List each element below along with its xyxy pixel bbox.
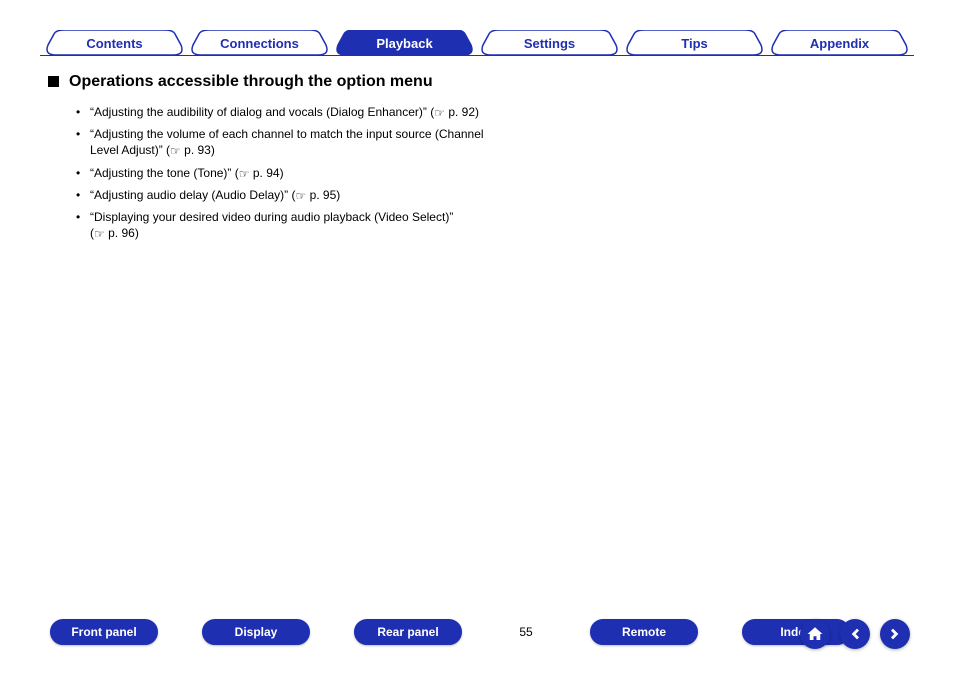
- pointer-icon: ☞: [170, 143, 181, 159]
- page-ref: (☞ p. 94): [235, 166, 284, 180]
- tab-settings[interactable]: Settings: [479, 30, 620, 56]
- page-ref: (☞ p. 96): [90, 226, 139, 240]
- page-ref-value: p. 96: [108, 226, 135, 240]
- pointer-icon: ☞: [94, 226, 105, 242]
- pointer-icon: ☞: [239, 166, 250, 182]
- tab-tips[interactable]: Tips: [624, 30, 765, 56]
- page-ref-value: p. 93: [184, 143, 211, 157]
- page-ref: (☞ p. 92): [430, 105, 479, 119]
- tab-label: Playback: [376, 36, 432, 51]
- list-item-text: “Adjusting the tone (Tone)”: [90, 166, 231, 180]
- button-label: Display: [235, 625, 278, 639]
- list-item[interactable]: “Displaying your desired video during au…: [76, 209, 496, 241]
- prev-icon[interactable]: [840, 619, 870, 649]
- tab-label: Tips: [681, 36, 708, 51]
- home-icon[interactable]: [800, 619, 830, 649]
- nav-icons: [800, 619, 910, 649]
- list-item[interactable]: “Adjusting audio delay (Audio Delay)” (☞…: [76, 187, 496, 203]
- button-label: Remote: [622, 625, 666, 639]
- list-item[interactable]: “Adjusting the tone (Tone)” (☞ p. 94): [76, 165, 496, 181]
- button-label: Front panel: [71, 625, 136, 639]
- list-item-text: “Adjusting the volume of each channel to…: [90, 127, 484, 157]
- list-item-text: “Adjusting the audibility of dialog and …: [90, 105, 427, 119]
- pointer-icon: ☞: [295, 188, 306, 204]
- page-ref: (☞ p. 95): [291, 188, 340, 202]
- tab-label: Connections: [220, 36, 299, 51]
- display-button[interactable]: Display: [202, 619, 310, 645]
- list-item[interactable]: “Adjusting the volume of each channel to…: [76, 126, 496, 158]
- page-ref: (☞ p. 93): [166, 143, 215, 157]
- tab-label: Appendix: [810, 36, 869, 51]
- tab-label: Settings: [524, 36, 575, 51]
- tab-contents[interactable]: Contents: [44, 30, 185, 56]
- pointer-icon: ☞: [434, 105, 445, 121]
- tab-label: Contents: [86, 36, 142, 51]
- list-item-text: “Adjusting audio delay (Audio Delay)”: [90, 188, 288, 202]
- tab-connections[interactable]: Connections: [189, 30, 330, 56]
- tab-appendix[interactable]: Appendix: [769, 30, 910, 56]
- rear-panel-button[interactable]: Rear panel: [354, 619, 462, 645]
- page-ref-value: p. 94: [253, 166, 280, 180]
- list-item-text: “Displaying your desired video during au…: [90, 210, 453, 224]
- page-ref-value: p. 92: [448, 105, 475, 119]
- remote-button[interactable]: Remote: [590, 619, 698, 645]
- page-ref-value: p. 95: [310, 188, 337, 202]
- content-block: Operations accessible through the option…: [48, 72, 578, 247]
- bullet-list: “Adjusting the audibility of dialog and …: [76, 104, 578, 241]
- page-number: 55: [506, 625, 546, 639]
- next-icon[interactable]: [880, 619, 910, 649]
- section-heading: Operations accessible through the option…: [69, 72, 433, 92]
- list-item[interactable]: “Adjusting the audibility of dialog and …: [76, 104, 496, 120]
- button-label: Rear panel: [377, 625, 438, 639]
- tab-playback[interactable]: Playback: [334, 30, 475, 56]
- front-panel-button[interactable]: Front panel: [50, 619, 158, 645]
- top-tabs: Contents Connections Playback Settings T…: [0, 30, 954, 56]
- heading-square-icon: [48, 76, 59, 87]
